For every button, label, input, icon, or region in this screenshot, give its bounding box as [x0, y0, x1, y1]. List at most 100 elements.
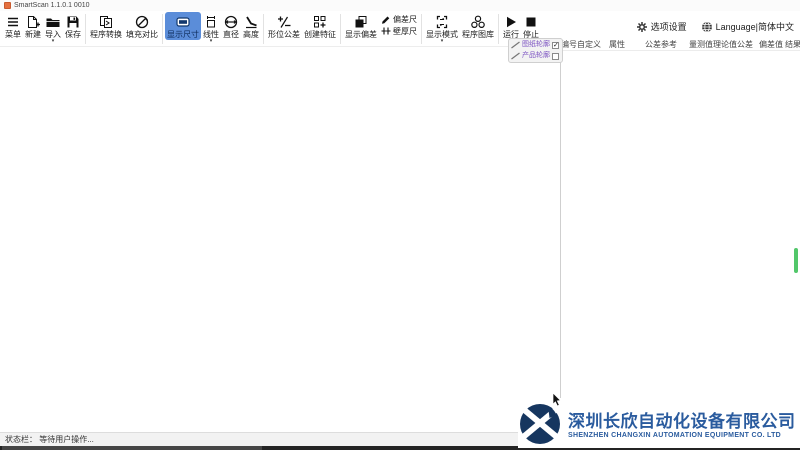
deviation-ruler-label: 偏差尺: [393, 14, 417, 24]
column-header: 自定义: [577, 39, 601, 49]
show-size-label: 显示尺寸: [167, 30, 199, 39]
contour-line-icon: [511, 52, 520, 60]
toolbar-right-group: 选项设置 Language|简体中文: [636, 20, 794, 33]
height-label: 高度: [243, 30, 259, 39]
toolbar-divider: [498, 14, 499, 44]
import-folder-icon: [45, 13, 61, 30]
linear-dimension-icon: [203, 13, 219, 30]
horizontal-scrollbar-thumb[interactable]: [2, 446, 262, 450]
form-tolerance-button[interactable]: 形位公差: [266, 12, 302, 40]
ruler-button-stack: 偏差尺 壁厚尺: [379, 12, 419, 38]
program-convert-button[interactable]: 程序转换: [88, 12, 124, 40]
product-contour-checkbox[interactable]: [552, 52, 559, 60]
height-icon: [243, 13, 259, 30]
program-library-label: 程序图库: [462, 30, 494, 39]
column-header: 公差参考: [645, 39, 677, 49]
results-panel: 编号 自定义 属性 公差参考 量测值 理论值 公差 偏差值 结果: [561, 38, 800, 432]
create-feature-label: 创建特征: [304, 30, 336, 39]
program-library-icon: [470, 13, 486, 30]
mouse-cursor: [552, 392, 563, 407]
deviation-ruler-button[interactable]: 偏差尺: [381, 14, 417, 24]
save-floppy-icon: [65, 13, 81, 30]
linear-button[interactable]: 线性 ▾: [201, 12, 221, 44]
menu-button[interactable]: 菜单: [3, 12, 23, 40]
column-header: 编号: [561, 39, 577, 49]
globe-icon: [701, 21, 713, 33]
show-size-button[interactable]: 显示尺寸: [165, 12, 201, 40]
show-size-icon: [175, 13, 191, 30]
stop-button[interactable]: 停止: [521, 12, 541, 40]
save-label: 保存: [65, 30, 81, 39]
fill-compare-icon: [134, 13, 150, 30]
save-button[interactable]: 保存: [63, 12, 83, 40]
vertical-scrollbar-thumb[interactable]: [794, 248, 798, 273]
import-dropdown-caret: ▾: [51, 38, 55, 44]
program-library-button[interactable]: 程序图库: [460, 12, 496, 40]
height-button[interactable]: 高度: [241, 12, 261, 40]
run-play-icon: [503, 13, 519, 30]
window-title: SmartScan 1.1.0.1 0010: [14, 2, 90, 9]
drawing-contour-label: 图纸轮廓: [522, 41, 550, 48]
company-name-en: SHENZHEN CHANGXIN AUTOMATION EQUIPMENT C…: [568, 432, 782, 439]
menu-icon: [5, 13, 21, 30]
workspace-canvas[interactable]: [0, 47, 560, 432]
status-text: 状态栏： 等待用户操作...: [5, 435, 94, 444]
program-convert-icon: [98, 13, 114, 30]
product-contour-label: 产品轮廓: [522, 52, 550, 59]
gear-icon: [636, 21, 648, 33]
stop-square-icon: [523, 13, 539, 30]
table-header-row: 编号 自定义 属性 公差参考 量测值 理论值 公差 偏差值 结果: [561, 38, 800, 51]
fill-compare-button[interactable]: 填充对比: [124, 12, 160, 40]
options-settings-button[interactable]: 选项设置: [636, 20, 687, 33]
language-label: Language|简体中文: [715, 22, 794, 32]
fill-compare-label: 填充对比: [126, 30, 158, 39]
diameter-icon: [223, 13, 239, 30]
display-mode-loop-icon: [434, 13, 450, 30]
contour-line-icon: [511, 41, 520, 49]
import-button[interactable]: 导入 ▾: [43, 12, 63, 44]
language-button[interactable]: Language|简体中文: [701, 20, 794, 33]
toolbar-divider: [421, 14, 422, 44]
column-header: 偏差值: [759, 39, 783, 49]
new-label: 新建: [25, 30, 41, 39]
diameter-label: 直径: [223, 30, 239, 39]
show-deviation-icon: [353, 13, 369, 30]
company-name-cn: 深圳长欣自动化设备有限公司: [568, 412, 796, 431]
toolbar-divider: [340, 14, 341, 44]
linear-dropdown-caret: ▾: [209, 38, 213, 44]
new-button[interactable]: 新建: [23, 12, 43, 40]
drawing-contour-checkbox[interactable]: ✓: [552, 41, 559, 49]
column-header: 结果: [785, 39, 800, 49]
options-settings-label: 选项设置: [650, 22, 687, 32]
pencil-icon: [381, 14, 391, 24]
wall-thickness-label: 壁厚尺: [393, 26, 417, 36]
column-header: 理论值: [713, 39, 737, 49]
show-deviation-label: 显示偏差: [345, 30, 377, 39]
legend-row[interactable]: 产品轮廓: [511, 51, 560, 61]
contour-legend-panel: 图纸轮廓 ✓ 产品轮廓: [508, 38, 563, 63]
diameter-button[interactable]: 直径: [221, 12, 241, 40]
column-header: 公差: [737, 39, 753, 49]
plus-minus-tolerance-icon: [276, 13, 292, 30]
wall-thickness-button[interactable]: 壁厚尺: [381, 26, 417, 36]
form-tolerance-label: 形位公差: [268, 30, 300, 39]
toolbar-divider: [162, 14, 163, 44]
app-icon: [4, 2, 11, 9]
wall-thickness-icon: [381, 26, 391, 36]
create-feature-button[interactable]: 创建特征: [302, 12, 338, 40]
display-mode-button[interactable]: 显示模式 ▾: [424, 12, 460, 44]
new-document-icon: [25, 13, 41, 30]
display-mode-dropdown-caret: ▾: [440, 38, 444, 44]
company-logo-text: 深圳长欣自动化设备有限公司 SHENZHEN CHANGXIN AUTOMATI…: [568, 407, 796, 439]
create-feature-icon: [312, 13, 328, 30]
show-deviation-button[interactable]: 显示偏差: [343, 12, 379, 40]
title-bar: SmartScan 1.1.0.1 0010: [0, 0, 800, 11]
toolbar-divider: [263, 14, 264, 44]
toolbar-divider: [85, 14, 86, 44]
legend-row[interactable]: 图纸轮廓 ✓: [511, 40, 560, 50]
program-convert-label: 程序转换: [90, 30, 122, 39]
column-header: 属性: [609, 39, 625, 49]
column-header: 量测值: [689, 39, 713, 49]
menu-label: 菜单: [5, 30, 21, 39]
run-button[interactable]: 运行: [501, 12, 521, 40]
